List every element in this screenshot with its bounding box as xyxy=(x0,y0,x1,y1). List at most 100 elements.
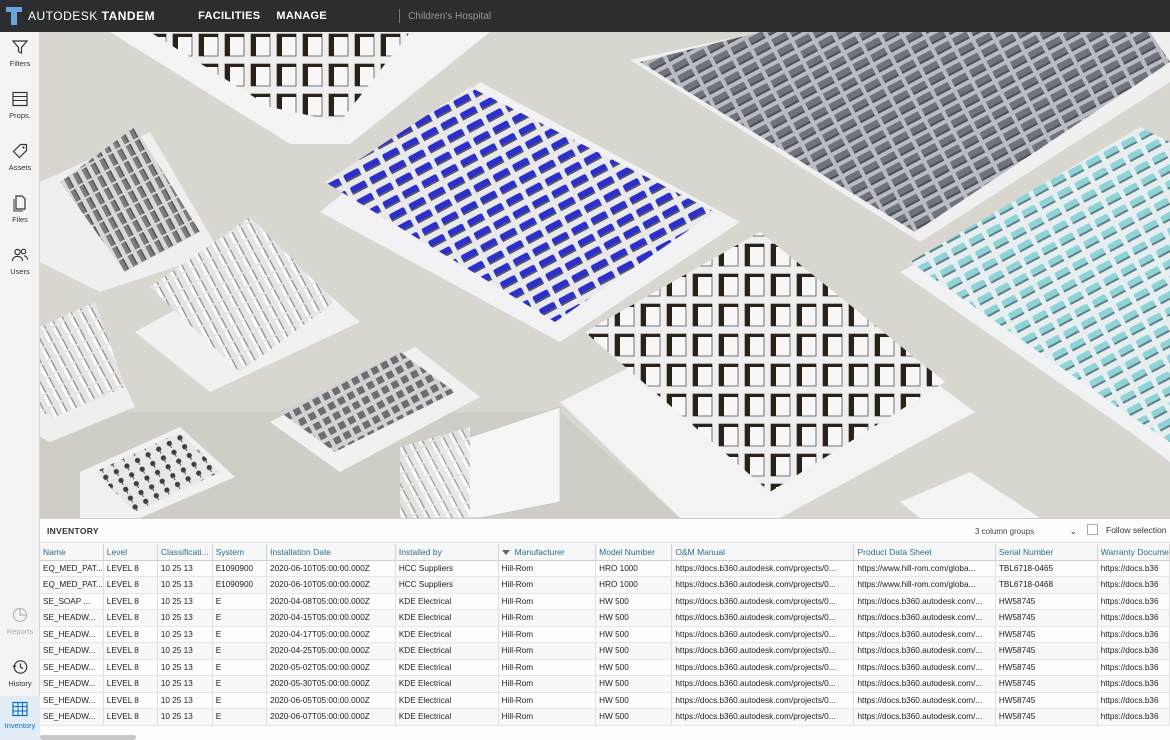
table-cell[interactable]: Hill-Rom xyxy=(498,560,597,577)
column-header[interactable]: Manufacturer xyxy=(498,544,597,561)
table-cell[interactable]: https://docs.b360.autodesk.com/projects/… xyxy=(671,626,855,643)
facility-name[interactable]: Children's Hospital xyxy=(408,11,491,22)
table-cell[interactable]: https://docs.b360.autodesk.com/projects/… xyxy=(671,675,855,693)
table-cell[interactable]: HW 500 xyxy=(595,659,673,676)
table-cell[interactable]: LEVEL 8 xyxy=(103,675,158,693)
table-cell[interactable]: https://docs.b360.autodesk.com/projects/… xyxy=(671,708,855,726)
table-cell[interactable]: KDE Electrical xyxy=(395,708,499,726)
table-cell[interactable]: Hill-Rom xyxy=(498,675,597,693)
table-cell[interactable]: Hill-Rom xyxy=(498,626,597,643)
table-cell[interactable]: 10 25 13 xyxy=(157,675,213,693)
table-cell[interactable]: 2020-06-07T05:00:00.000Z xyxy=(266,708,396,726)
table-cell[interactable]: SE_HEADW... xyxy=(40,609,104,627)
table-cell[interactable]: https://docs.b360.autodesk.com/... xyxy=(853,626,996,643)
table-cell[interactable]: Hill-Rom xyxy=(498,659,597,676)
table-cell[interactable]: E1090900 xyxy=(212,576,268,594)
table-cell[interactable]: KDE Electrical xyxy=(395,692,499,709)
table-cell[interactable]: https://docs.b36 xyxy=(1097,708,1170,726)
table-cell[interactable]: E1090900 xyxy=(212,560,268,577)
table-cell[interactable]: 10 25 13 xyxy=(157,576,213,594)
table-cell[interactable]: HW 500 xyxy=(595,609,673,627)
table-cell[interactable]: https://docs.b36 xyxy=(1097,560,1170,577)
table-cell[interactable]: 10 25 13 xyxy=(157,708,213,726)
table-cell[interactable]: HW 500 xyxy=(595,642,673,660)
table-cell[interactable]: LEVEL 8 xyxy=(103,642,158,660)
table-row[interactable]: EQ_MED_PAT... LEVEL 8 10 25 13 E1090900 2020… xyxy=(40,576,1170,594)
table-cell[interactable]: KDE Electrical xyxy=(395,626,499,643)
table-cell[interactable]: https://docs.b360.autodesk.com/... xyxy=(853,675,996,693)
table-cell[interactable]: 10 25 13 xyxy=(157,642,213,660)
table-cell[interactable]: 10 25 13 xyxy=(157,609,213,627)
table-row[interactable]: SE_HEADW... LEVEL 8 10 25 13 E 2020-04-25T05… xyxy=(40,642,1170,660)
table-cell[interactable]: 2020-05-30T05:00:00.000Z xyxy=(266,675,396,693)
column-header[interactable]: Name xyxy=(40,544,104,561)
table-cell[interactable]: E xyxy=(212,593,268,610)
table-cell[interactable]: https://docs.b360.autodesk.com/projects/… xyxy=(671,593,855,610)
sidebar-item-files[interactable]: Files xyxy=(0,190,40,234)
table-row[interactable]: SE_HEADW... LEVEL 8 10 25 13 E 2020-06-05T05… xyxy=(40,692,1170,709)
column-header[interactable]: Level xyxy=(103,544,158,561)
table-cell[interactable]: HW 500 xyxy=(595,593,673,610)
column-header[interactable]: Warranty Docume xyxy=(1097,544,1170,561)
table-cell[interactable]: https://docs.b36 xyxy=(1097,642,1170,660)
sidebar-item-users[interactable]: Users xyxy=(0,242,40,286)
table-cell[interactable]: LEVEL 8 xyxy=(103,708,158,726)
table-cell[interactable]: HW58745 xyxy=(995,659,1098,676)
table-cell[interactable]: 2020-04-25T05:00:00.000Z xyxy=(266,642,396,660)
table-cell[interactable]: HW 500 xyxy=(595,626,673,643)
table-row[interactable]: SE_HEADW... LEVEL 8 10 25 13 E 2020-06-07T05… xyxy=(40,708,1170,726)
table-cell[interactable]: HRO 1000 xyxy=(595,560,673,577)
sidebar-item-filters[interactable]: Filters xyxy=(0,34,40,78)
nav-facilities[interactable]: FACILITIES xyxy=(198,10,260,22)
table-cell[interactable]: https://docs.b360.autodesk.com/... xyxy=(853,708,996,726)
table-cell[interactable]: https://docs.b360.autodesk.com/... xyxy=(853,609,996,627)
table-cell[interactable]: Hill-Rom xyxy=(498,708,597,726)
table-cell[interactable]: 10 25 13 xyxy=(157,560,213,577)
table-cell[interactable]: E xyxy=(212,708,268,726)
table-cell[interactable]: LEVEL 8 xyxy=(103,659,158,676)
table-cell[interactable]: Hill-Rom xyxy=(498,642,597,660)
table-cell[interactable]: HW58745 xyxy=(995,708,1098,726)
app-logo[interactable]: AUTODESK TANDEM xyxy=(6,7,155,25)
table-cell[interactable]: 2020-06-10T05:00:00.000Z xyxy=(266,576,396,594)
table-cell[interactable]: KDE Electrical xyxy=(395,659,499,676)
table-cell[interactable]: https://docs.b36 xyxy=(1097,659,1170,676)
table-cell[interactable]: LEVEL 8 xyxy=(103,609,158,627)
table-cell[interactable]: EQ_MED_PAT... xyxy=(40,576,104,594)
table-cell[interactable]: E xyxy=(212,609,268,627)
table-row[interactable]: SE_HEADW... LEVEL 8 10 25 13 E 2020-05-02T05… xyxy=(40,659,1170,676)
column-header[interactable]: Installation Date xyxy=(266,544,396,561)
follow-selection-toggle[interactable]: Follow selection xyxy=(1087,524,1166,535)
horizontal-scrollbar[interactable] xyxy=(40,735,136,740)
table-cell[interactable]: https://docs.b36 xyxy=(1097,609,1170,627)
table-cell[interactable]: Hill-Rom xyxy=(498,692,597,709)
table-cell[interactable]: KDE Electrical xyxy=(395,675,499,693)
table-cell[interactable]: https://docs.b360.autodesk.com/projects/… xyxy=(671,692,855,709)
table-row[interactable]: SE_HEADW... LEVEL 8 10 25 13 E 2020-04-17T05… xyxy=(40,626,1170,643)
table-cell[interactable]: HW58745 xyxy=(995,675,1098,693)
table-cell[interactable]: https://docs.b360.autodesk.com/... xyxy=(853,593,996,610)
table-cell[interactable]: 2020-04-08T05:00:00.000Z xyxy=(266,593,396,610)
column-header[interactable]: Model Number xyxy=(595,544,673,561)
column-groups-dropdown[interactable]: 3 column groups ⌄ xyxy=(975,524,1077,538)
table-cell[interactable]: https://docs.b360.autodesk.com/... xyxy=(853,659,996,676)
follow-selection-checkbox[interactable] xyxy=(1087,524,1098,535)
table-cell[interactable]: 10 25 13 xyxy=(157,626,213,643)
table-cell[interactable]: TBL6718-0465 xyxy=(995,560,1098,577)
table-cell[interactable]: HW 500 xyxy=(595,692,673,709)
table-cell[interactable]: SE_SOAP ... xyxy=(40,593,104,610)
table-cell[interactable]: 2020-06-05T05:00:00.000Z xyxy=(266,692,396,709)
floor-plan-model[interactable] xyxy=(40,32,1170,518)
table-cell[interactable]: LEVEL 8 xyxy=(103,560,158,577)
sort-descending-icon[interactable] xyxy=(501,550,510,555)
table-cell[interactable]: LEVEL 8 xyxy=(103,692,158,709)
table-cell[interactable]: HW58745 xyxy=(995,626,1098,643)
table-row[interactable]: SE_HEADW... LEVEL 8 10 25 13 E 2020-05-30T05… xyxy=(40,675,1170,693)
table-cell[interactable]: SE_HEADW... xyxy=(40,708,104,726)
table-cell[interactable]: KDE Electrical xyxy=(395,593,499,610)
table-cell[interactable]: https://docs.b36 xyxy=(1097,675,1170,693)
table-cell[interactable]: HCC Suppliers xyxy=(395,560,499,577)
column-header[interactable]: O&M Manual xyxy=(671,544,855,561)
table-cell[interactable]: E xyxy=(212,626,268,643)
sidebar-item-inventory[interactable]: Inventory xyxy=(0,696,40,740)
